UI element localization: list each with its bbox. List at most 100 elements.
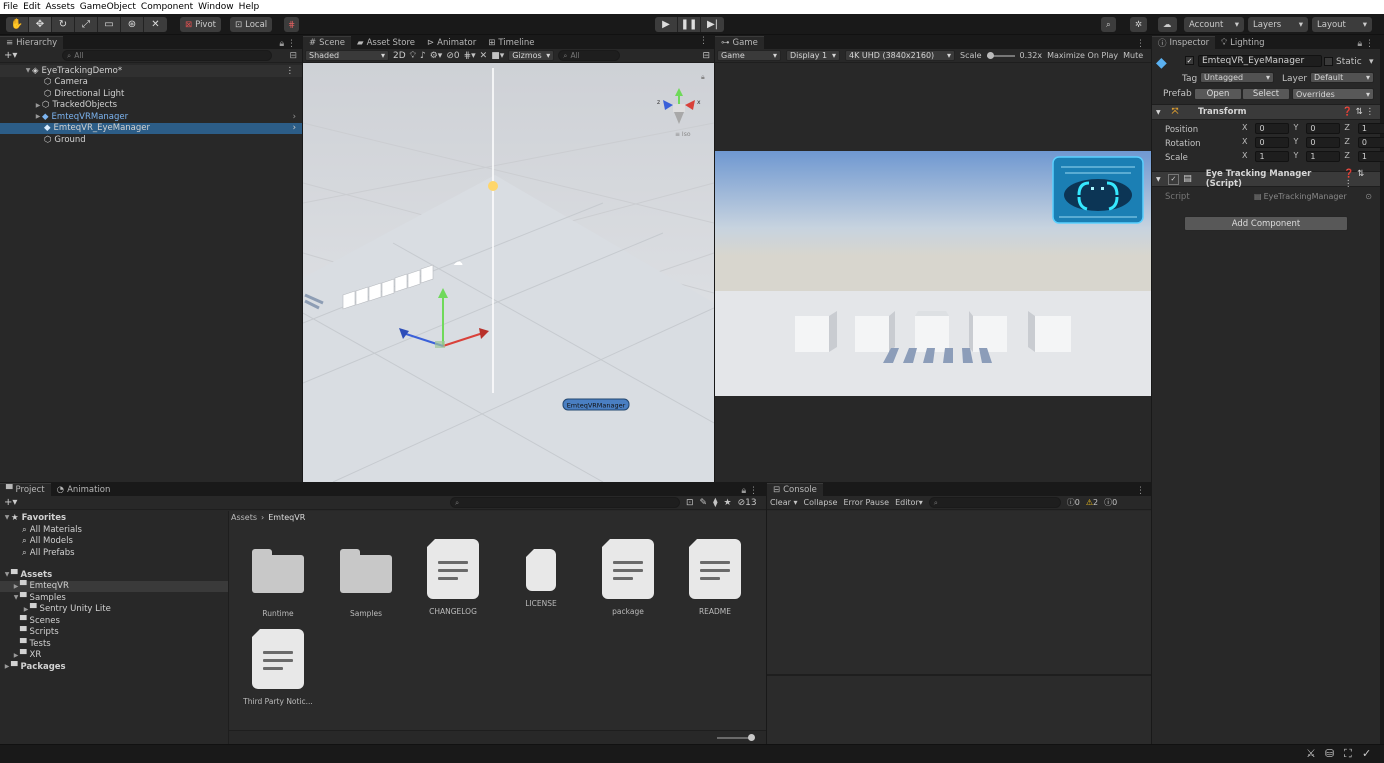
- fold-arrow-icon[interactable]: ▼: [12, 594, 20, 601]
- transform-tool-icon[interactable]: ⊛: [121, 17, 144, 32]
- asset-file[interactable]: package: [593, 539, 663, 616]
- panel-menu-icon[interactable]: ⋮: [1136, 486, 1151, 496]
- asset-folder[interactable]: Samples: [331, 541, 401, 618]
- tree-item-tests[interactable]: ▀ Tests: [0, 638, 228, 650]
- search-by-label-icon[interactable]: ✎: [700, 498, 708, 508]
- gizmos-dropdown[interactable]: Gizmos ▾: [508, 50, 555, 61]
- effects-dropdown-icon[interactable]: ⚙▾: [430, 51, 443, 61]
- chevron-down-icon[interactable]: ▾: [1369, 57, 1374, 67]
- debug-mode-icon[interactable]: ⚔: [1306, 747, 1316, 760]
- scene-search-input[interactable]: ⌕ All: [558, 50, 621, 61]
- tree-item-emteqvr[interactable]: ▶ ▀ EmteqVR: [0, 580, 228, 592]
- layer-dropdown[interactable]: Default ▾: [1310, 72, 1374, 83]
- hierarchy-item-eye-manager[interactable]: ◆ EmteqVR_EyeManager ›: [0, 122, 302, 134]
- menu-component[interactable]: Component: [141, 2, 193, 12]
- rotate-tool-icon[interactable]: ↻: [52, 17, 75, 32]
- scale-z-field[interactable]: 1: [1357, 151, 1384, 162]
- favorite-item[interactable]: ⌕ All Prefabs: [0, 547, 228, 559]
- tab-timeline[interactable]: ⊞ Timeline: [482, 36, 541, 49]
- menu-assets[interactable]: Assets: [46, 2, 75, 12]
- chevron-right-icon[interactable]: ›: [293, 123, 302, 133]
- tools-icon[interactable]: ✕: [480, 51, 488, 61]
- fold-arrow-icon[interactable]: ▶: [12, 652, 20, 659]
- favorite-item[interactable]: ⌕ All Materials: [0, 524, 228, 536]
- create-button[interactable]: +▾: [0, 497, 22, 508]
- menu-gameobject[interactable]: GameObject: [80, 2, 136, 12]
- resolution-dropdown[interactable]: 4K UHD (3840x2160) ▾: [845, 50, 955, 61]
- hierarchy-item-tracked-objects[interactable]: ▶ ⬡ TrackedObjects: [0, 100, 302, 112]
- layout-dropdown[interactable]: Layout ▾: [1312, 17, 1372, 32]
- grid-snap-button[interactable]: ⋕: [284, 17, 300, 32]
- active-checkbox[interactable]: ✓: [1185, 56, 1194, 65]
- tab-project[interactable]: ▀ Project: [0, 483, 51, 496]
- panel-menu-icon[interactable]: 🔒︎ ⋮: [279, 39, 302, 49]
- component-help-icon[interactable]: ❓ ⇅ ⋮: [1344, 169, 1380, 189]
- warning-filter-toggle[interactable]: ⚠2: [1086, 498, 1098, 507]
- static-checkbox[interactable]: [1324, 57, 1333, 66]
- breadcrumb-current[interactable]: EmteqVR: [268, 513, 305, 525]
- fold-arrow-icon[interactable]: ▶: [22, 606, 30, 613]
- shading-mode-dropdown[interactable]: Shaded ▾: [305, 50, 389, 61]
- mute-toggle[interactable]: Mute: [1123, 51, 1143, 60]
- tree-item-samples[interactable]: ▼ ▀ Samples: [0, 592, 228, 604]
- fold-arrow-icon[interactable]: ▼: [3, 514, 11, 521]
- add-component-button[interactable]: Add Component: [1184, 216, 1348, 231]
- tab-console[interactable]: ⊟ Console: [767, 483, 823, 496]
- fold-arrow-icon[interactable]: ▶: [34, 102, 42, 109]
- scene-options-icon[interactable]: ⊟: [702, 51, 714, 61]
- search-button[interactable]: ⌕: [1101, 17, 1116, 32]
- icon-size-slider-thumb[interactable]: [748, 734, 755, 741]
- tab-asset-store[interactable]: ▰ Asset Store: [351, 36, 421, 49]
- scene-root-row[interactable]: ▼ ◈ EyeTrackingDemo* ⋮: [0, 65, 302, 77]
- fold-arrow-icon[interactable]: ▶: [12, 583, 20, 590]
- grid-toggle-icon[interactable]: ⋕▾: [464, 51, 476, 61]
- editor-dropdown[interactable]: Editor▾: [895, 498, 923, 507]
- tag-icon[interactable]: ⧫: [713, 498, 717, 508]
- tree-item-scenes[interactable]: ▀ Scenes: [0, 615, 228, 627]
- fold-arrow-icon[interactable]: ▼: [1152, 176, 1164, 183]
- hierarchy-item-emteqvr-manager[interactable]: ▶ ◆ EmteqVRManager ›: [0, 111, 302, 123]
- tag-dropdown[interactable]: Untagged ▾: [1200, 72, 1274, 83]
- panel-menu-icon[interactable]: ⋮: [1136, 39, 1151, 49]
- hidden-count-icon[interactable]: ⊘0: [446, 51, 459, 61]
- fold-arrow-icon[interactable]: ▼: [24, 67, 32, 74]
- position-y-field[interactable]: 0: [1306, 123, 1341, 134]
- rect-tool-icon[interactable]: ▭: [98, 17, 121, 32]
- favorites-row[interactable]: ▼ ★ Favorites: [0, 512, 228, 524]
- asset-file[interactable]: README: [680, 539, 750, 616]
- collab-icon[interactable]: ⛶: [1344, 747, 1352, 761]
- info-filter-toggle[interactable]: ⓘ0: [1067, 497, 1080, 508]
- project-search-input[interactable]: ⌕: [450, 497, 680, 508]
- chevron-right-icon[interactable]: ›: [293, 112, 302, 122]
- emteqvr-manager-tag[interactable]: EmteqVRManager: [562, 398, 630, 411]
- scale-tool-icon[interactable]: ⤢: [75, 17, 98, 32]
- rotation-y-field[interactable]: 0: [1306, 137, 1341, 148]
- hidden-packages-icon[interactable]: ⊘13: [738, 498, 757, 508]
- scale-slider-thumb[interactable]: [986, 51, 994, 59]
- menu-file[interactable]: File: [3, 2, 18, 12]
- scene-viewport[interactable]: ☁ EmteqVRManager z x ≡ Iso 🔒︎: [303, 63, 714, 482]
- database-icon[interactable]: ⛁: [1325, 747, 1334, 760]
- scene-menu-icon[interactable]: ⋮: [286, 66, 303, 76]
- object-name-field[interactable]: EmteqVR_EyeManager: [1198, 55, 1322, 67]
- prefab-overrides-dropdown[interactable]: Overrides ▾: [1292, 88, 1374, 100]
- panel-menu-icon[interactable]: 🔒︎ ⋮: [741, 486, 766, 496]
- camera-dropdown-icon[interactable]: ■▾: [491, 51, 504, 61]
- tab-game[interactable]: ⊶ Game: [715, 36, 764, 49]
- asset-folder[interactable]: Runtime: [243, 541, 313, 618]
- services-button[interactable]: ✲: [1130, 17, 1148, 32]
- account-dropdown[interactable]: Account ▾: [1184, 17, 1244, 32]
- tab-lighting[interactable]: 💡︎ Lighting: [1215, 36, 1271, 49]
- display-dropdown[interactable]: Display 1 ▾: [786, 50, 840, 61]
- mode-2d-toggle[interactable]: 2D: [393, 51, 406, 61]
- favorite-item[interactable]: ⌕ All Models: [0, 536, 228, 548]
- packages-row[interactable]: ▶ ▀ Packages: [0, 661, 228, 673]
- tree-item-scripts[interactable]: ▀ Scripts: [0, 627, 228, 639]
- rotation-x-field[interactable]: 0: [1255, 137, 1290, 148]
- object-picker-icon[interactable]: ⊙: [1365, 192, 1372, 201]
- panel-menu-icon[interactable]: ⋮: [699, 36, 714, 49]
- asset-file[interactable]: Third Party Notic...: [243, 629, 313, 706]
- step-icon[interactable]: ▶|: [701, 17, 724, 32]
- breadcrumb-root[interactable]: Assets: [231, 513, 257, 525]
- panel-menu-icon[interactable]: 🔒︎ ⋮: [1357, 39, 1380, 49]
